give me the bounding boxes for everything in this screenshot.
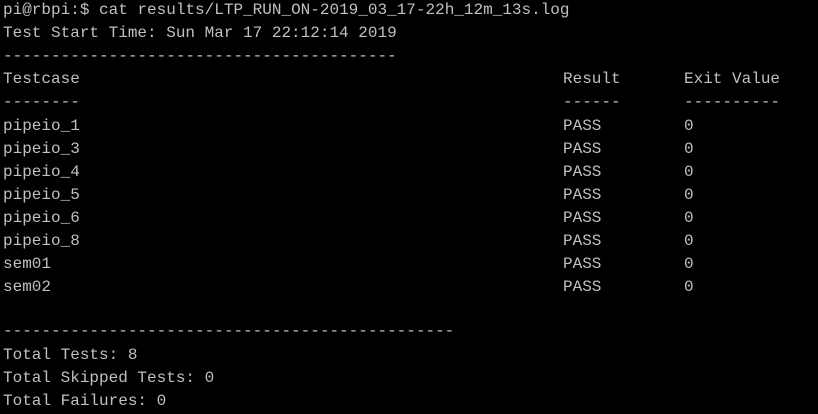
command-line: pi@rbpi:$ cat results/LTP_RUN_ON-2019_03… [3, 0, 570, 22]
table-row: pipeio_8 PASS 0 [0, 230, 818, 253]
table-row: pipeio_1 PASS 0 [0, 115, 818, 138]
testcase-exit-value: 0 [684, 117, 694, 135]
terminal-window[interactable]: pi@rbpi:$ cat results/LTP_RUN_ON-2019_03… [0, 0, 818, 414]
testcase-exit-value: 0 [684, 232, 694, 250]
testcase-exit-value: 0 [684, 186, 694, 204]
testcase-name: sem01 [3, 255, 52, 273]
testcase-name: pipeio_1 [3, 117, 80, 135]
table-row: pipeio_6 PASS 0 [0, 207, 818, 230]
table-row: pipeio_4 PASS 0 [0, 161, 818, 184]
testcase-name: sem02 [3, 278, 52, 296]
testcase-name: pipeio_5 [3, 186, 80, 204]
testcase-exit-value: 0 [684, 163, 694, 181]
testcase-name: pipeio_4 [3, 163, 80, 181]
table-row: sem02 PASS 0 [0, 276, 818, 299]
testcase-result: PASS [563, 255, 602, 273]
start-time-line: Test Start Time: Sun Mar 17 22:12:14 201… [3, 24, 397, 42]
testcase-result: PASS [563, 232, 602, 250]
testcase-exit-value: 0 [684, 209, 694, 227]
testcase-result: PASS [563, 117, 602, 135]
summary-total-skipped: Total Skipped Tests: 0 [3, 369, 215, 387]
testcase-exit-value: 0 [684, 140, 694, 158]
table-row: pipeio_3 PASS 0 [0, 138, 818, 161]
testcase-result: PASS [563, 186, 602, 204]
testcase-result: PASS [563, 140, 602, 158]
header-result: Result [563, 70, 621, 88]
separator-long: ----------------------------------------… [3, 322, 455, 340]
summary-total-failures: Total Failures: 0 [3, 392, 167, 410]
table-header: Testcase Result Exit Value [0, 68, 818, 91]
testcase-result: PASS [563, 278, 602, 296]
testcase-name: pipeio_3 [3, 140, 80, 158]
shell-prompt: pi@rbpi:$ [3, 1, 90, 19]
testcase-exit-value: 0 [684, 255, 694, 273]
testcase-result: PASS [563, 163, 602, 181]
separator-short: ----------------------------------------… [3, 47, 397, 65]
testcase-exit-value: 0 [684, 278, 694, 296]
header-testcase: Testcase [3, 70, 80, 88]
table-row: pipeio_5 PASS 0 [0, 184, 818, 207]
summary-total-tests: Total Tests: 8 [3, 346, 138, 364]
testcase-result: PASS [563, 209, 602, 227]
testcase-name: pipeio_6 [3, 209, 80, 227]
command-text: cat results/LTP_RUN_ON-2019_03_17-22h_12… [99, 1, 570, 19]
table-header-underline: -------- ------ ---------- [0, 91, 818, 114]
header-exit-value: Exit Value [684, 70, 781, 88]
testcase-name: pipeio_8 [3, 232, 80, 250]
underline-result: ------ [563, 93, 621, 111]
underline-testcase: -------- [3, 93, 80, 111]
underline-exit-value: ---------- [684, 93, 781, 111]
table-row: sem01 PASS 0 [0, 253, 818, 276]
